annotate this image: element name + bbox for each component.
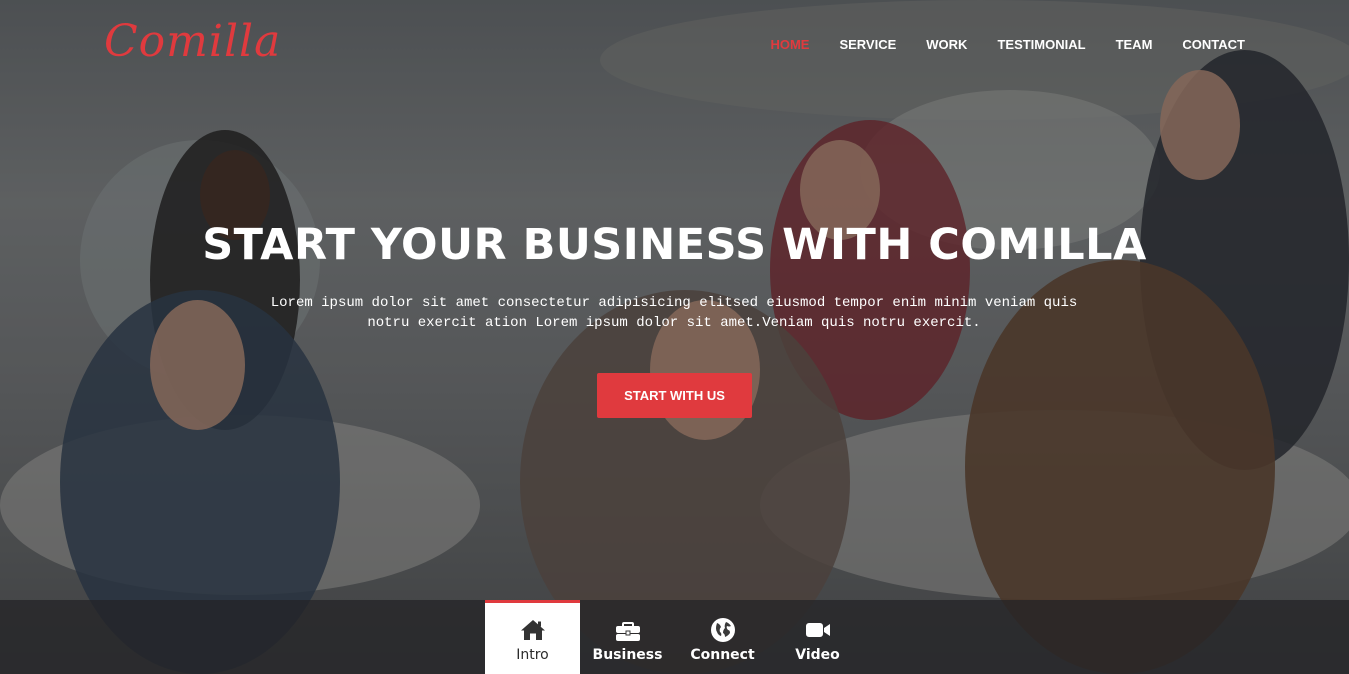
- tab-business[interactable]: Business: [580, 600, 675, 674]
- home-icon: [519, 616, 547, 644]
- nav-item-contact[interactable]: CONTACT: [1167, 36, 1245, 54]
- tab-label: Intro: [516, 647, 549, 663]
- hero-background-photo: [0, 0, 1349, 674]
- video-camera-icon: [804, 616, 832, 644]
- main-nav: HOME SERVICE WORK TESTIMONIAL TEAM CONTA…: [755, 36, 1245, 54]
- hero-title: START YOUR BUSINESS WITH COMILLA: [202, 220, 1147, 270]
- globe-icon: [709, 616, 737, 644]
- site-header: Comilla HOME SERVICE WORK TESTIMONIAL TE…: [0, 0, 1349, 90]
- tab-label: Video: [795, 647, 840, 663]
- nav-item-home[interactable]: HOME: [755, 36, 824, 54]
- nav-item-service[interactable]: SERVICE: [824, 36, 911, 54]
- tab-intro[interactable]: Intro: [485, 600, 580, 674]
- briefcase-icon: [614, 616, 642, 644]
- hero-dark-overlay: [0, 0, 1349, 674]
- nav-item-testimonial[interactable]: TESTIMONIAL: [982, 36, 1100, 54]
- section-tabs: Intro Business Connect Video: [485, 600, 865, 674]
- tab-label: Business: [592, 647, 663, 663]
- nav-item-work[interactable]: WORK: [911, 36, 982, 54]
- brand-logo[interactable]: Comilla: [104, 16, 281, 67]
- tab-label: Connect: [690, 647, 755, 663]
- hero-description-line: Lorem ipsum dolor sit amet consectetur a…: [270, 295, 1078, 311]
- section-tab-bar: Intro Business Connect Video: [0, 600, 1349, 674]
- start-with-us-button[interactable]: START WITH US: [597, 373, 752, 418]
- hero-description-line: notru exercit ation Lorem ipsum dolor si…: [367, 315, 981, 331]
- tab-video[interactable]: Video: [770, 600, 865, 674]
- tab-connect[interactable]: Connect: [675, 600, 770, 674]
- nav-item-team[interactable]: TEAM: [1101, 36, 1168, 54]
- hero-description: Lorem ipsum dolor sit amet consectetur a…: [264, 293, 1084, 333]
